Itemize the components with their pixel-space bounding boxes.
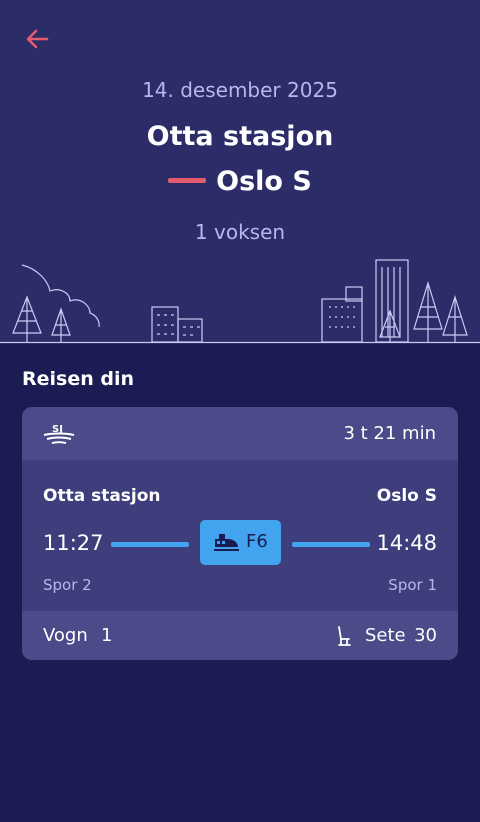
seat-label: Sete [365, 625, 406, 646]
trip-duration: 3 t 21 min [343, 423, 436, 444]
train-badge: F6 [200, 520, 281, 565]
train-icon [214, 534, 239, 551]
train-code: F6 [246, 531, 268, 552]
departure-station: Otta stasjon [43, 486, 161, 506]
car-label: Vogn [43, 625, 88, 646]
route-dash [168, 178, 207, 183]
trip-header: 14. desember 2025 Otta stasjon Oslo S 1 … [0, 0, 480, 344]
origin-station: Otta stasjon [146, 121, 334, 152]
route-line-left [111, 542, 189, 547]
departure-time: 11:27 [43, 531, 104, 555]
skyline-illustration [0, 259, 480, 344]
seat-value: 30 [414, 625, 437, 646]
passenger-count: 1 voksen [194, 220, 286, 244]
arrival-station: Oslo S [376, 486, 437, 506]
journey-card-header: SJ 3 t 21 min [22, 407, 458, 460]
sj-logo-icon: SJ [43, 424, 75, 444]
seat-info: Vogn 1 Sete 30 [22, 611, 458, 660]
seat-icon [338, 626, 351, 646]
departure-platform: Spor 2 [43, 576, 92, 594]
destination-station: Oslo S [216, 166, 312, 197]
journey-details: Otta stasjon Oslo S 11:27 F6 14:48 Spor … [22, 460, 458, 611]
journey-card[interactable]: SJ 3 t 21 min Otta stasjon Oslo S 11:27 … [22, 407, 458, 660]
arrow-left-icon[interactable] [22, 24, 52, 54]
destination-row: Oslo S [0, 166, 480, 197]
travel-date: 14. desember 2025 [142, 78, 338, 102]
arrival-time: 14:48 [376, 531, 437, 555]
section-title: Reisen din [22, 368, 135, 390]
car-value: 1 [101, 625, 113, 646]
arrival-platform: Spor 1 [388, 576, 437, 594]
route-line-right [292, 542, 370, 547]
